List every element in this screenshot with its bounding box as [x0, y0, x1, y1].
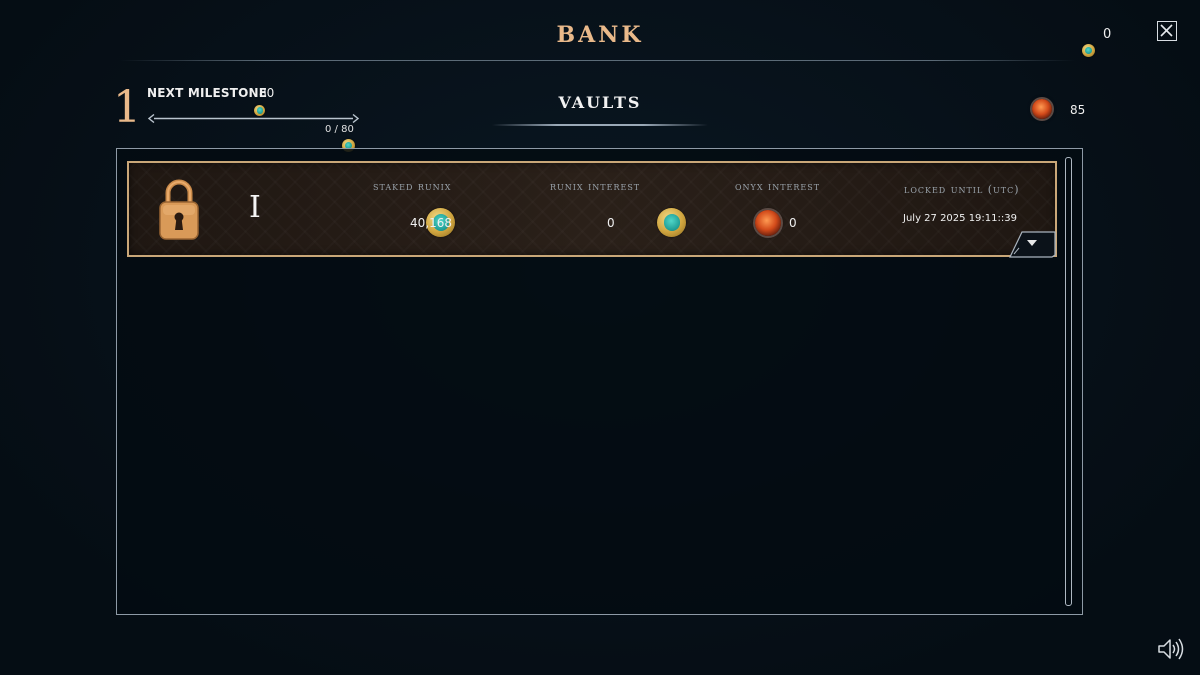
vault-index: I [249, 190, 261, 225]
sound-toggle-button[interactable] [1157, 637, 1185, 661]
lock-icon [158, 175, 200, 243]
dropdown-arrow-icon [1009, 231, 1056, 258]
onyx-interest-label: Onyx Interest [735, 180, 821, 193]
milestone-progress-count: 0 / 80 [325, 124, 354, 135]
vault-row[interactable] [127, 161, 1057, 257]
onyx-gem-icon [755, 210, 781, 236]
vault-expand-button[interactable] [1008, 231, 1056, 258]
vaults-divider [492, 124, 708, 126]
onyx-gem-icon [1032, 99, 1052, 119]
staked-runix-label: Staked Runix [373, 180, 452, 193]
runix-interest-label: Runix Interest [550, 180, 641, 193]
close-button[interactable] [1157, 21, 1177, 41]
locked-until-label: Locked Until (UTC) [904, 183, 1020, 196]
runix-coin-icon [1082, 44, 1095, 57]
speaker-icon [1158, 638, 1184, 660]
header-divider [120, 60, 1075, 61]
locked-until-value: July 27 2025 19:11::39 [903, 213, 1017, 224]
vault-list-scrollbar[interactable] [1065, 157, 1072, 606]
vaults-title: VAULTS [558, 93, 642, 112]
staked-runix-value: 40,168 [410, 216, 452, 230]
page-title: BANK [556, 22, 644, 48]
runix-interest-value: 0 [607, 216, 615, 230]
runix-balance: 0 [1103, 27, 1112, 42]
onyx-balance: 85 [1070, 103, 1086, 117]
close-x-icon [1160, 24, 1173, 37]
onyx-interest-value: 0 [789, 216, 797, 230]
